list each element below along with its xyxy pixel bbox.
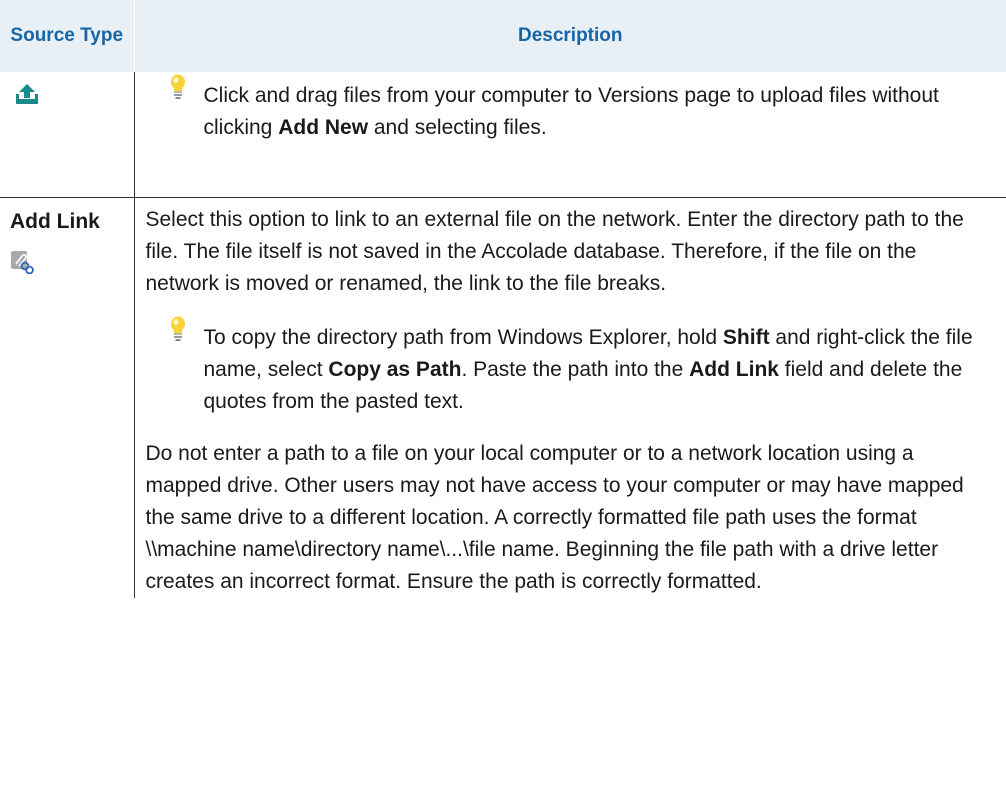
tip-bold-shift: Shift (722, 326, 770, 349)
description-cell: Select this option to link to an externa… (134, 198, 1006, 599)
source-type-table: Source Type Description Click and drag f… (0, 0, 1006, 598)
paperclip-link-icon (11, 251, 34, 274)
source-type-cell: Add Link (0, 197, 135, 598)
tip-text: . Paste the path into the (461, 358, 690, 381)
upload-icon (16, 84, 38, 104)
column-header-description: Description (133, 0, 1006, 72)
lightbulb-icon (170, 316, 185, 341)
tip-note: To copy the directory path from Windows … (146, 316, 995, 418)
table-row: Click and drag files from your computer … (0, 72, 1006, 198)
tip-bold-add-new: Add New (278, 116, 369, 139)
description-cell: Click and drag files from your computer … (134, 72, 1006, 198)
lightbulb-icon (170, 74, 185, 99)
table-row: Add Link Select this option to link to a… (0, 197, 1006, 599)
description-outro: Do not enter a path to a file on your lo… (145, 442, 964, 593)
source-type-cell (0, 72, 135, 198)
description-intro: Select this option to link to an externa… (145, 208, 964, 295)
tip-bold-copy-as-path: Copy as Path (328, 358, 462, 381)
source-type-title: Add Link (10, 210, 100, 233)
tip-note: Click and drag files from your computer … (146, 74, 995, 144)
tip-text: and selecting files. (368, 116, 547, 139)
tip-text: To copy the directory path from Windows … (203, 326, 723, 349)
tip-bold-add-link: Add Link (689, 358, 779, 381)
column-header-source-type: Source Type (0, 0, 134, 72)
table-header-row: Source Type Description (0, 0, 1006, 72)
